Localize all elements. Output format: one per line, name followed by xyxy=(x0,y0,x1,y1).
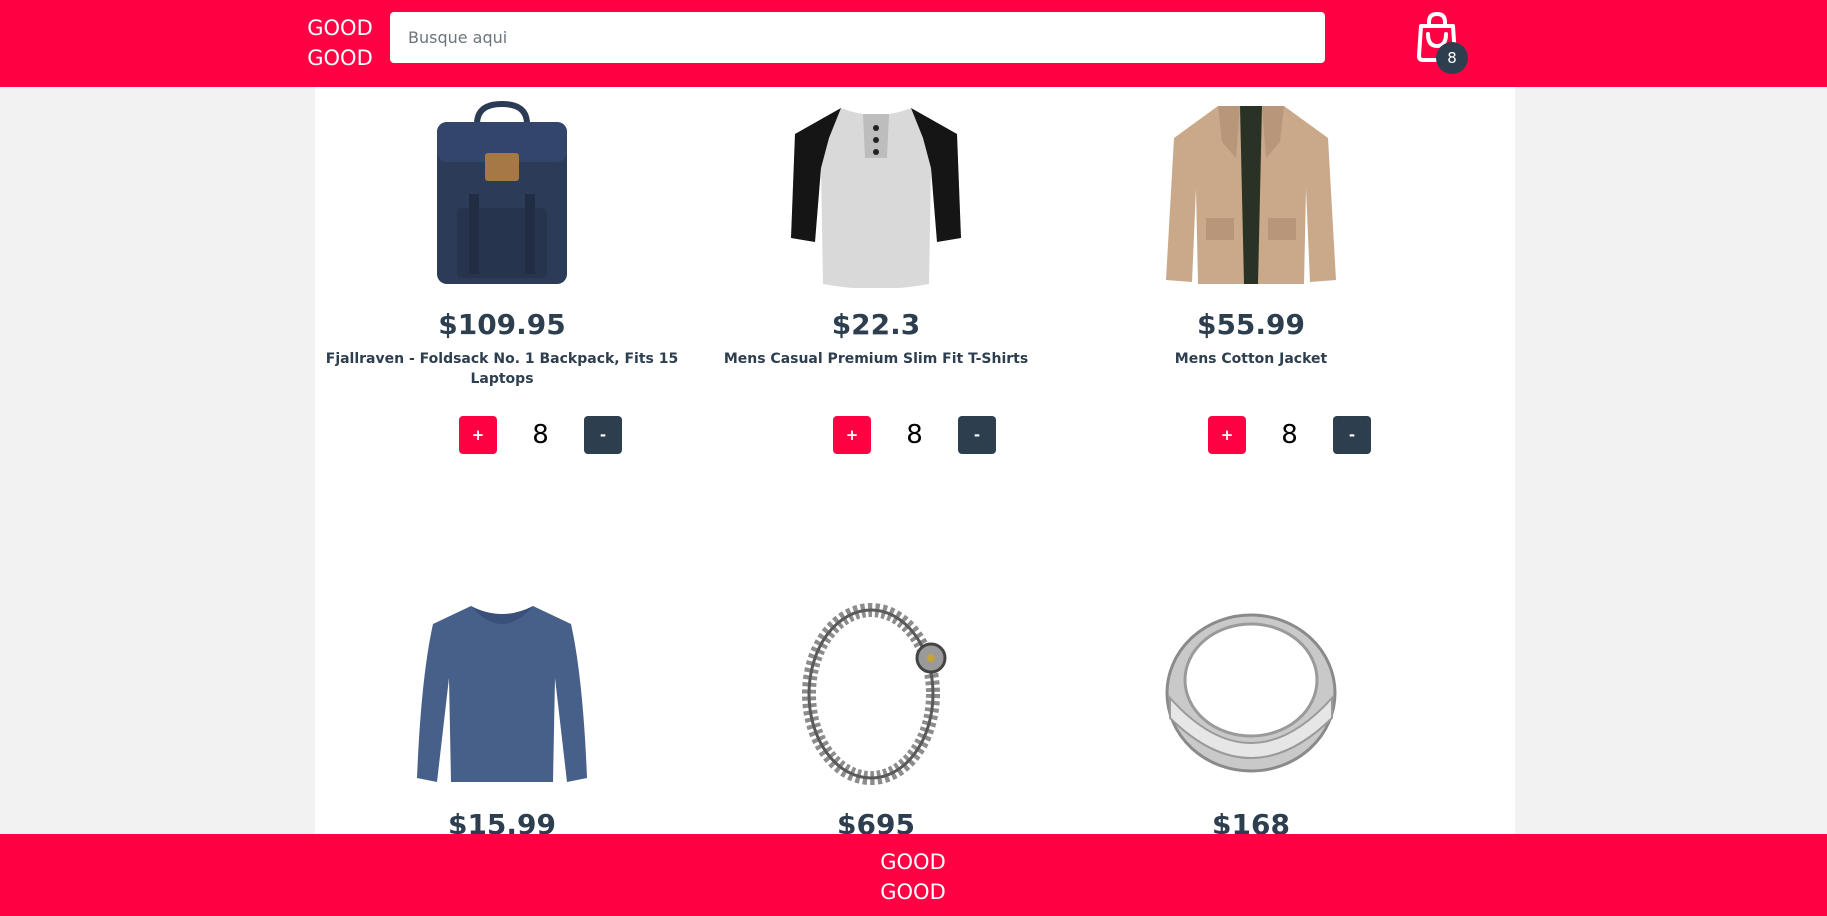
decrease-quantity-button[interactable]: - xyxy=(1333,416,1371,454)
raglan-tshirt-image xyxy=(791,108,961,288)
increase-quantity-button[interactable]: + xyxy=(1208,416,1246,454)
product-title: Mens Casual Premium Slim Fit T-Shirts xyxy=(723,351,1029,367)
product-image-ring[interactable] xyxy=(1156,598,1346,788)
product-image-bracelet[interactable] xyxy=(781,598,971,788)
product-image-backpack[interactable] xyxy=(407,98,597,288)
product-price: $55.99 xyxy=(1196,308,1306,341)
logo-line-2: GOOD xyxy=(307,46,373,70)
quantity-stepper: + 8 - xyxy=(315,416,689,454)
footer-logo-line-2: GOOD xyxy=(880,880,946,904)
footer-logo-line-1: GOOD xyxy=(880,850,946,874)
product-price: $695 xyxy=(837,808,915,834)
product-price: $15.99 xyxy=(447,808,557,834)
product-grid: $109.95 Fjallraven - Foldsack No. 1 Back… xyxy=(315,87,1515,834)
product-image-tshirt[interactable] xyxy=(781,98,971,288)
product-image-longsleeve[interactable] xyxy=(407,598,597,788)
search-input[interactable] xyxy=(390,12,1325,63)
decrease-quantity-button[interactable]: - xyxy=(958,416,996,454)
product-title: Mens Cotton Jacket xyxy=(1174,351,1328,367)
quantity-stepper: + 8 - xyxy=(689,416,1063,454)
logo-line-1: GOOD xyxy=(307,16,373,40)
cart-count-badge: 8 xyxy=(1436,42,1468,74)
top-navbar: GOOD GOOD 8 xyxy=(0,0,1827,87)
brand-logo[interactable]: GOOD GOOD xyxy=(300,13,380,73)
product-price: $168 xyxy=(1212,808,1290,834)
product-title: Fjallraven - Foldsack No. 1 Backpack, Fi… xyxy=(325,351,679,387)
product-price: $22.3 xyxy=(831,308,921,341)
product-image-jacket[interactable] xyxy=(1156,98,1346,288)
backpack-image xyxy=(437,100,567,284)
footer-logo: GOOD GOOD xyxy=(873,847,953,907)
longsleeve-shirt-image xyxy=(417,606,587,782)
jacket-image xyxy=(1166,106,1336,284)
decrease-quantity-button[interactable]: - xyxy=(584,416,622,454)
increase-quantity-button[interactable]: + xyxy=(459,416,497,454)
quantity-stepper: + 8 - xyxy=(1064,416,1438,454)
product-price: $109.95 xyxy=(438,308,566,341)
quantity-value: 8 xyxy=(906,420,923,450)
dragon-bracelet-image xyxy=(802,603,947,785)
footer: GOOD GOOD xyxy=(0,834,1827,916)
silver-ring-image xyxy=(1165,613,1337,773)
cart-button[interactable]: 8 xyxy=(1412,12,1468,76)
quantity-value: 8 xyxy=(1281,420,1298,450)
quantity-value: 8 xyxy=(532,420,549,450)
increase-quantity-button[interactable]: + xyxy=(833,416,871,454)
